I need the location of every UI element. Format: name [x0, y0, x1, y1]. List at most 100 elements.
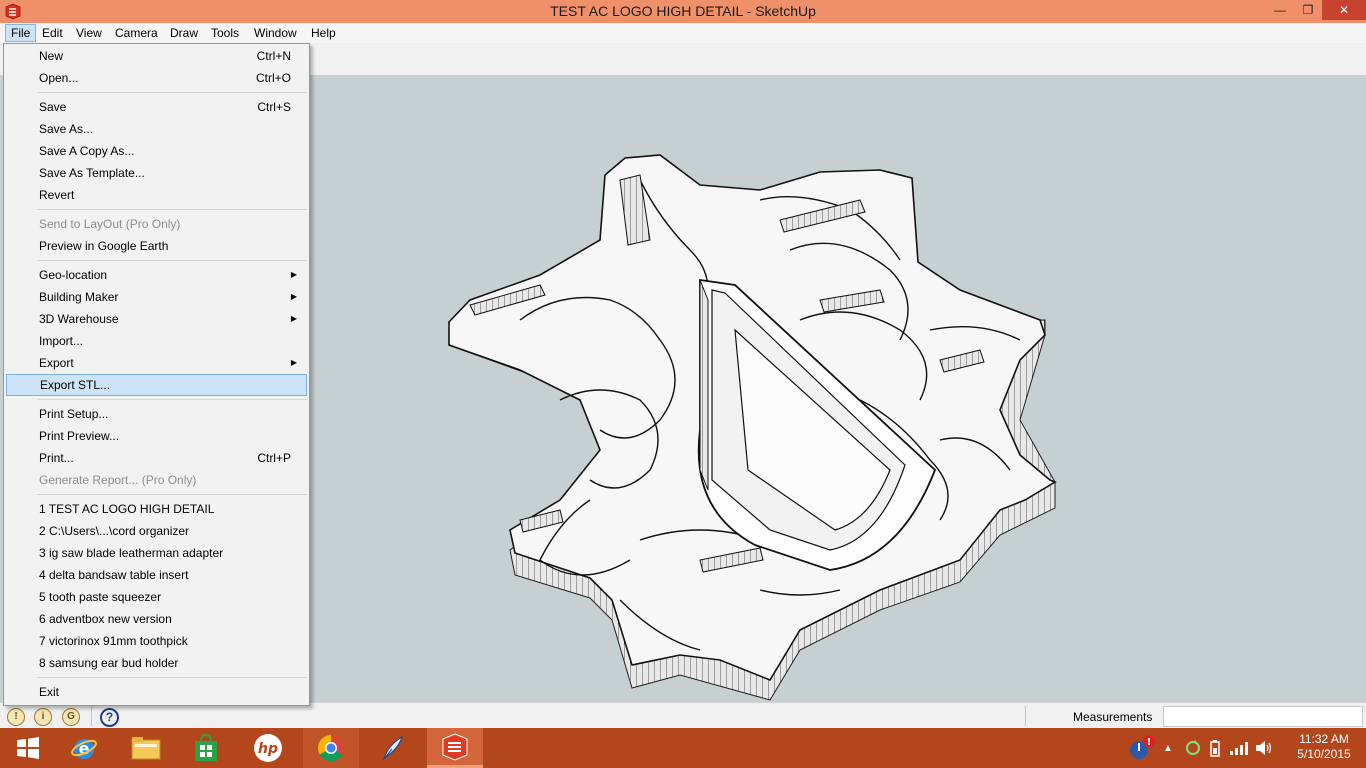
- menu-tools[interactable]: Tools: [206, 24, 244, 42]
- restore-button[interactable]: ❐: [1295, 0, 1321, 20]
- taskbar: e hp ! ▲ 11:32 AM 5/10/2015: [0, 728, 1366, 768]
- menu-draw[interactable]: Draw: [165, 24, 203, 42]
- menu-item-save-as[interactable]: Save As...: [6, 118, 307, 140]
- menu-item-exit[interactable]: Exit: [6, 681, 307, 703]
- menu-separator: [37, 399, 307, 400]
- geo-location-icon[interactable]: !: [7, 708, 25, 726]
- recent-file-item[interactable]: 7 victorinox 91mm toothpick: [6, 630, 307, 652]
- menu-item-shortcut: Ctrl+O: [255, 71, 291, 85]
- menu-item-export[interactable]: Export ▶: [6, 352, 307, 374]
- clock-time: 11:32 AM: [1299, 732, 1349, 746]
- taskbar-file-explorer[interactable]: [118, 728, 174, 768]
- minimize-button[interactable]: —: [1265, 0, 1295, 20]
- start-button[interactable]: [0, 728, 56, 768]
- svg-text:hp: hp: [258, 741, 278, 757]
- menu-item-print[interactable]: Print... Ctrl+P: [6, 447, 307, 469]
- menu-item-building-maker[interactable]: Building Maker ▶: [6, 286, 307, 308]
- menu-separator: [37, 677, 307, 678]
- menu-item-label: Print...: [39, 451, 74, 465]
- taskbar-inkscape[interactable]: [365, 728, 421, 768]
- store-icon: [195, 733, 217, 761]
- taskbar-clock[interactable]: 11:32 AM 5/10/2015: [1288, 732, 1360, 762]
- action-center-warning-icon[interactable]: !: [1125, 733, 1155, 763]
- windows-logo-icon: [17, 737, 39, 759]
- submenu-arrow-icon: ▶: [290, 358, 297, 367]
- taskbar-sketchup[interactable]: [427, 728, 483, 768]
- menu-item-label: Save A Copy As...: [39, 144, 135, 158]
- system-tray: ! ▲: [1125, 728, 1273, 768]
- sync-icon[interactable]: [1185, 740, 1201, 756]
- menu-camera[interactable]: Camera: [110, 24, 163, 42]
- recent-file-item[interactable]: 1 TEST AC LOGO HIGH DETAIL: [6, 498, 307, 520]
- recent-file-item[interactable]: 6 adventbox new version: [6, 608, 307, 630]
- folder-icon: [131, 737, 161, 760]
- taskbar-internet-explorer[interactable]: e: [56, 728, 112, 768]
- menu-file[interactable]: File: [5, 24, 37, 42]
- menu-item-label: Export: [39, 356, 74, 370]
- menu-item-revert[interactable]: Revert: [6, 184, 307, 206]
- menu-item-import[interactable]: Import...: [6, 330, 307, 352]
- help-icon[interactable]: ?: [100, 708, 119, 727]
- menu-item-label: Geo-location: [39, 268, 108, 282]
- menu-item-export-stl[interactable]: Export STL...: [6, 374, 307, 396]
- recent-file-item[interactable]: 2 C:\Users\...\cord organizer: [6, 520, 307, 542]
- menu-item-preview-google-earth[interactable]: Preview in Google Earth: [6, 235, 307, 257]
- status-separator: [91, 706, 92, 726]
- recent-file-item[interactable]: 3 ig saw blade leatherman adapter: [6, 542, 307, 564]
- menu-item-label: Revert: [39, 188, 75, 202]
- hp-logo-icon: hp: [254, 734, 282, 762]
- file-menu-dropdown: New Ctrl+N Open... Ctrl+O Save Ctrl+S Sa…: [3, 43, 310, 706]
- menu-item-save-copy-as[interactable]: Save A Copy As...: [6, 140, 307, 162]
- menu-item-label: Send to LayOut (Pro Only): [39, 217, 181, 231]
- recent-file-label: 1 TEST AC LOGO HIGH DETAIL: [39, 502, 215, 516]
- recent-file-label: 5 tooth paste squeezer: [39, 590, 162, 604]
- measurements-input[interactable]: [1163, 706, 1363, 727]
- menu-item-label: 3D Warehouse: [39, 312, 119, 326]
- menu-item-label: Preview in Google Earth: [39, 239, 169, 253]
- taskbar-chrome[interactable]: [303, 728, 359, 768]
- credits-icon[interactable]: i: [34, 708, 52, 726]
- menu-item-print-preview[interactable]: Print Preview...: [6, 425, 307, 447]
- menu-item-label: New: [39, 49, 64, 63]
- menu-item-3d-warehouse[interactable]: 3D Warehouse ▶: [6, 308, 307, 330]
- menu-item-open[interactable]: Open... Ctrl+O: [6, 67, 307, 89]
- menu-edit[interactable]: Edit: [37, 24, 68, 42]
- menu-separator: [37, 494, 307, 495]
- user-icon[interactable]: G: [62, 708, 80, 726]
- menu-item-label: Exit: [39, 685, 60, 699]
- menu-item-shortcut: Ctrl+P: [257, 451, 291, 465]
- recent-file-item[interactable]: 8 samsung ear bud holder: [6, 652, 307, 674]
- title-bar: TEST AC LOGO HIGH DETAIL - SketchUp — ❐ …: [0, 0, 1366, 23]
- menu-item-label: Generate Report... (Pro Only): [39, 473, 197, 487]
- wifi-signal-icon[interactable]: [1229, 740, 1249, 756]
- recent-file-item[interactable]: 4 delta bandsaw table insert: [6, 564, 307, 586]
- battery-icon[interactable]: [1209, 739, 1221, 757]
- menu-item-label: Save As...: [39, 122, 94, 136]
- sketchup-logo-icon: [442, 732, 468, 761]
- recent-file-label: 3 ig saw blade leatherman adapter: [39, 546, 224, 560]
- close-button[interactable]: ✕: [1322, 0, 1366, 20]
- menu-item-save-as-template[interactable]: Save As Template...: [6, 162, 307, 184]
- menu-item-shortcut: Ctrl+N: [256, 49, 291, 63]
- menu-window[interactable]: Window: [249, 24, 302, 42]
- menu-item-send-to-layout: Send to LayOut (Pro Only): [6, 213, 307, 235]
- submenu-arrow-icon: ▶: [290, 292, 297, 301]
- volume-icon[interactable]: [1255, 740, 1273, 756]
- menu-help[interactable]: Help: [306, 24, 341, 42]
- menu-item-geo-location[interactable]: Geo-location ▶: [6, 264, 307, 286]
- menu-item-save[interactable]: Save Ctrl+S: [6, 96, 307, 118]
- show-hidden-icons-icon[interactable]: ▲: [1163, 743, 1173, 754]
- menu-item-new[interactable]: New Ctrl+N: [6, 45, 307, 67]
- status-separator: [1025, 706, 1026, 726]
- chrome-icon: [317, 734, 344, 762]
- recent-file-label: 7 victorinox 91mm toothpick: [39, 634, 188, 648]
- menu-view[interactable]: View: [71, 24, 107, 42]
- menu-separator: [37, 260, 307, 261]
- recent-file-label: 2 C:\Users\...\cord organizer: [39, 524, 190, 538]
- taskbar-store[interactable]: [178, 728, 234, 768]
- taskbar-hp[interactable]: hp: [240, 728, 296, 768]
- submenu-arrow-icon: ▶: [290, 270, 297, 279]
- recent-file-item[interactable]: 5 tooth paste squeezer: [6, 586, 307, 608]
- menu-item-print-setup[interactable]: Print Setup...: [6, 403, 307, 425]
- menu-bar: File Edit View Camera Draw Tools Window …: [0, 23, 1366, 43]
